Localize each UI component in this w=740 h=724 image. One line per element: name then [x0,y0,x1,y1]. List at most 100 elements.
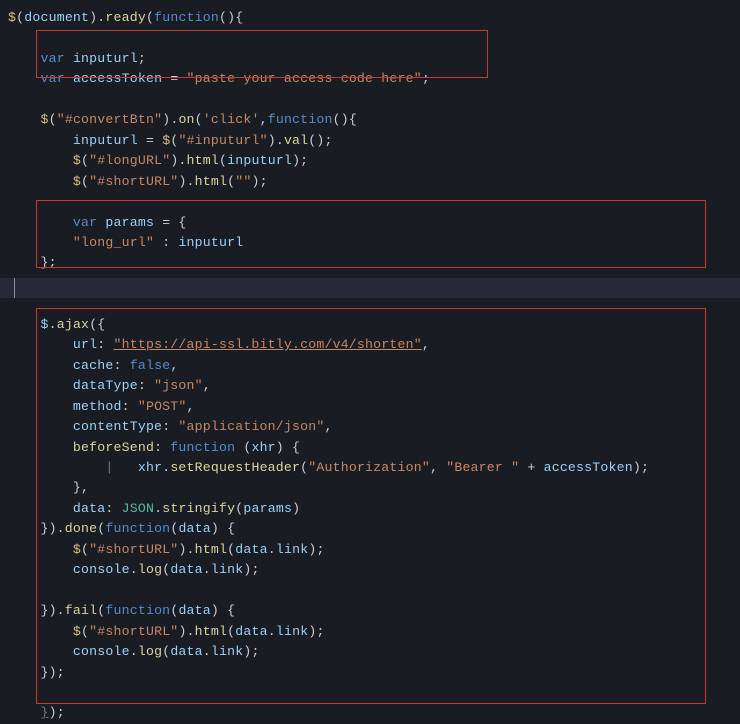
code-line[interactable] [8,274,740,294]
code-token: dataType [73,378,138,393]
code-line[interactable]: var inputurl; [8,49,740,69]
code-token: ( [81,624,89,639]
code-token: data [73,501,105,516]
code-token: data [235,542,267,557]
code-token: ); [49,705,65,720]
text-cursor [14,278,15,298]
code-line[interactable]: }); [8,663,740,683]
code-line[interactable]: data: JSON.stringify(params) [8,499,740,519]
code-editor-view[interactable]: $(document).ready(function(){ var inputu… [8,8,740,724]
code-line[interactable]: dataType: "json", [8,376,740,396]
code-line[interactable] [8,28,740,48]
code-token: function [170,440,235,455]
code-line[interactable]: $.ajax({ [8,315,740,335]
code-token: $ [73,174,81,189]
code-line[interactable]: }); [8,703,740,723]
code-token: | [105,460,113,475]
code-token [8,337,73,352]
code-token: ); [243,562,259,577]
code-token: "json" [154,378,203,393]
code-line[interactable]: | xhr.setRequestHeader("Authorization", … [8,458,740,478]
code-line[interactable]: inputurl = $("#inputurl").val(); [8,131,740,151]
code-line[interactable]: "long_url" : inputurl [8,233,740,253]
code-line[interactable]: method: "POST", [8,397,740,417]
code-token [8,440,73,455]
code-line[interactable] [8,192,740,212]
code-token: . [49,317,57,332]
code-token: : [138,378,154,393]
code-token: "application/json" [178,419,324,434]
code-line[interactable]: $("#shortURL").html(""); [8,172,740,192]
code-token [8,235,73,250]
code-line[interactable]: $("#longURL").html(inputurl); [8,151,740,171]
code-token: (){ [219,10,243,25]
code-line[interactable] [8,581,740,601]
code-token: = [138,133,162,148]
code-token: var [40,51,64,66]
code-token: , [324,419,332,434]
code-line[interactable] [8,683,740,703]
code-token: function [105,521,170,536]
code-token: console [73,562,130,577]
code-line[interactable]: $("#convertBtn").on('click',function(){ [8,110,740,130]
code-line[interactable]: }).done(function(data) { [8,519,740,539]
code-line[interactable]: var params = { [8,213,740,233]
code-token: , [170,358,178,373]
code-token: $ [73,542,81,557]
code-token: false [130,358,171,373]
code-token: ); [252,174,268,189]
code-token: html [195,542,227,557]
code-token: ({ [89,317,105,332]
code-token: ); [633,460,649,475]
code-line[interactable]: url: "https://api-ssl.bitly.com/v4/short… [8,335,740,355]
code-token: data [235,624,267,639]
code-line[interactable] [8,90,740,110]
code-token: var [40,71,64,86]
code-line[interactable]: $(document).ready(function(){ [8,8,740,28]
code-token: method [73,399,122,414]
code-line[interactable]: }).fail(function(data) { [8,601,740,621]
code-token: = [162,71,186,86]
code-line[interactable]: }, [8,478,740,498]
code-token: done [65,521,97,536]
code-token [114,460,138,475]
code-token: "long_url" [73,235,154,250]
code-line[interactable]: var accessToken = "paste your access cod… [8,69,740,89]
code-token: ); [308,624,324,639]
code-token: . [154,501,162,516]
code-token: , [260,112,268,127]
code-token: : [154,440,170,455]
code-token: + [519,460,543,475]
code-token: inputurl [178,235,243,250]
code-line[interactable]: contentType: "application/json", [8,417,740,437]
code-line[interactable]: console.log(data.link); [8,560,740,580]
code-line[interactable]: cache: false, [8,356,740,376]
code-line[interactable] [8,294,740,314]
code-token: ) { [211,521,235,536]
code-token: inputurl [227,153,292,168]
code-token: "Bearer " [446,460,519,475]
code-line[interactable]: console.log(data.link); [8,642,740,662]
code-token: xhr [138,460,162,475]
code-token: : [122,399,138,414]
code-line[interactable]: }; [8,253,740,273]
code-token: "#convertBtn" [57,112,162,127]
code-line[interactable]: $("#shortURL").html(data.link); [8,622,740,642]
code-token: data [178,603,210,618]
code-token: . [130,644,138,659]
code-token: ; [138,51,146,66]
code-token: ); [292,153,308,168]
code-token: "#inputurl" [178,133,267,148]
code-line[interactable]: $("#shortURL").html(data.link); [8,540,740,560]
code-line[interactable]: beforeSend: function (xhr) { [8,438,740,458]
code-token: document [24,10,89,25]
code-token: : [97,337,113,352]
code-token [8,624,73,639]
code-token: ajax [57,317,89,332]
code-token: "https://api-ssl.bitly.com/v4/shorten" [114,337,422,352]
code-token: $ [8,10,16,25]
code-token [8,133,73,148]
code-token [154,235,162,250]
code-token [8,562,73,577]
code-token: , [430,460,446,475]
